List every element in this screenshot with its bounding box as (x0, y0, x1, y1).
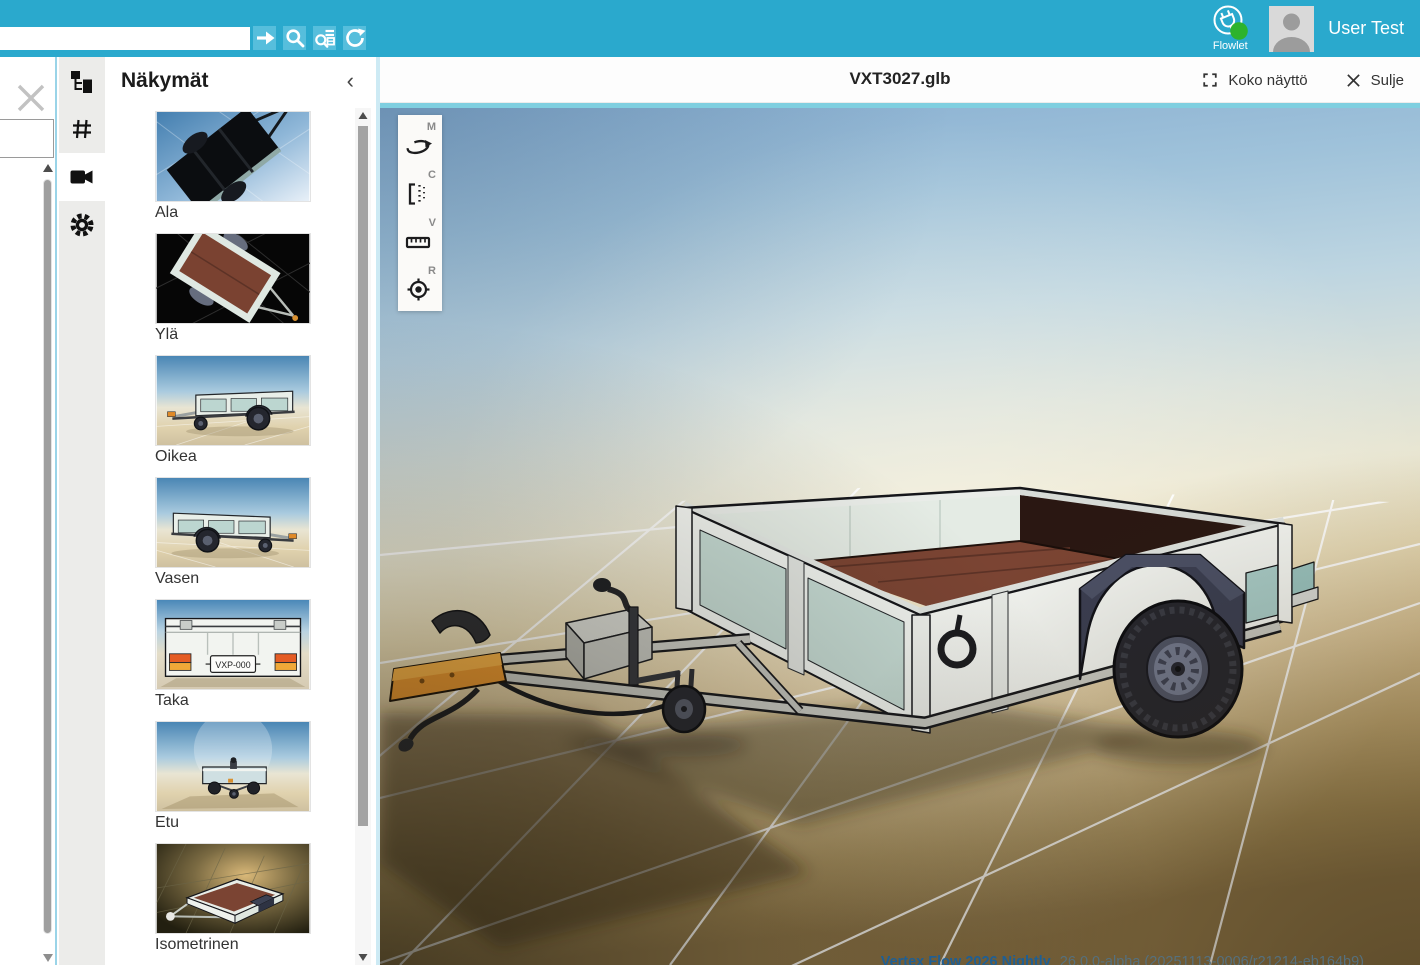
ruler-icon (405, 229, 431, 255)
tool-shortcut: R (428, 265, 436, 277)
view-thumbnail-oikea (155, 355, 311, 446)
version-info: Vertex Flow 2026 Nightly 26.0.0-alpha (2… (881, 954, 1364, 965)
viewer-header: VXT3027.glb Koko näyttö Sulje (380, 57, 1420, 103)
rail-item-grid[interactable] (59, 105, 105, 153)
tool-shortcut: C (428, 169, 436, 181)
scrollbar-thumb[interactable] (358, 126, 368, 826)
rail-item-structure[interactable] (59, 57, 105, 105)
close-label: Sulje (1371, 72, 1404, 89)
view-thumbnail-ala (155, 111, 311, 202)
view-thumbnail-isometrinen (155, 843, 311, 934)
orbit-tool-button[interactable]: M (398, 117, 442, 165)
trailer-3d-scene (380, 103, 1420, 965)
flowlet-status-dot (1230, 22, 1248, 40)
canvas-topline (380, 103, 1420, 108)
user-name: User Test (1328, 18, 1408, 39)
topbar: Flowlet User Test (0, 0, 1420, 57)
left-mini-panel (0, 57, 57, 965)
scrollbar-thumb[interactable] (43, 179, 52, 934)
refresh-icon (344, 27, 366, 49)
fullscreen-label: Koko näyttö (1228, 72, 1307, 89)
collapse-panel-button[interactable]: ‹ (347, 69, 354, 93)
gear-icon (70, 213, 94, 237)
search-go-button[interactable] (253, 26, 276, 50)
camera-icon (70, 168, 94, 186)
view-item-yla[interactable]: Ylä (155, 233, 313, 344)
reset-view-tool-button[interactable]: R (398, 261, 442, 309)
viewer-actions: Koko näyttö Sulje (1202, 57, 1404, 103)
close-icon (1346, 73, 1361, 88)
panel-close-button[interactable] (14, 81, 48, 115)
version-product: Vertex Flow 2026 Nightly (881, 954, 1051, 965)
tree-icon (71, 70, 94, 93)
topbar-actions (253, 26, 366, 50)
view-thumbnail-etu (155, 721, 311, 812)
scroll-up-icon[interactable] (42, 163, 54, 173)
arrow-right-icon (254, 27, 276, 49)
views-scrollbar[interactable] (355, 108, 371, 965)
search-input[interactable] (0, 27, 250, 50)
fullscreen-icon (1202, 72, 1218, 88)
search-button[interactable] (283, 26, 306, 50)
view-label: Ylä (155, 326, 313, 344)
close-icon (14, 81, 48, 115)
scroll-up-icon[interactable] (358, 111, 368, 120)
grid-hash-icon (71, 118, 93, 140)
search-list-icon (314, 27, 336, 49)
flowlet-button[interactable]: Flowlet (1205, 3, 1255, 55)
flowlet-plug-icon (1209, 3, 1251, 43)
flowlet-label: Flowlet (1213, 40, 1248, 52)
fullscreen-button[interactable]: Koko näyttö (1202, 72, 1307, 89)
view-label: Oikea (155, 448, 313, 466)
measure-tool-button[interactable]: V (398, 213, 442, 261)
clip-plane-icon (405, 181, 431, 207)
view-label: Vasen (155, 570, 313, 588)
scroll-down-icon[interactable] (358, 953, 368, 962)
tool-shortcut: V (429, 217, 436, 229)
view-label: Isometrinen (155, 936, 313, 954)
view-label: Ala (155, 204, 313, 222)
rail-item-settings[interactable] (59, 201, 105, 249)
tool-rail (59, 57, 105, 965)
orbit-icon (405, 133, 433, 159)
views-panel: Näkymät ‹ (105, 57, 376, 965)
view-item-vasen[interactable]: Vasen (155, 477, 313, 588)
topbar-right: Flowlet User Test (1205, 0, 1408, 57)
view-item-oikea[interactable]: Oikea (155, 355, 313, 466)
panel-separator (376, 57, 380, 965)
version-build: 26.0.0-alpha (20251113-0006/r21214-eb164… (1060, 954, 1364, 965)
views-panel-title: Näkymät (121, 69, 209, 93)
tool-shortcut: M (427, 121, 436, 133)
target-icon (405, 276, 432, 303)
view-label: Etu (155, 814, 313, 832)
view-thumbnail-vasen (155, 477, 311, 568)
view-item-ala[interactable]: Ala (155, 111, 313, 222)
person-icon (1269, 6, 1314, 52)
views-panel-header: Näkymät ‹ (105, 57, 376, 107)
view-item-taka[interactable]: VXP-000 Taka (155, 599, 313, 710)
view-label: Taka (155, 692, 313, 710)
license-plate-text: VXP-000 (215, 660, 250, 670)
close-viewer-button[interactable]: Sulje (1346, 72, 1404, 89)
advanced-search-button[interactable] (313, 26, 336, 50)
app-window: Flowlet User Test (0, 0, 1420, 965)
viewport-canvas[interactable]: M C V (380, 103, 1420, 965)
user-avatar[interactable] (1269, 6, 1314, 52)
model-viewer: VXT3027.glb Koko näyttö Sulje (380, 57, 1420, 965)
mini-panel-scrollbar[interactable] (40, 161, 56, 965)
magnifier-icon (284, 27, 306, 49)
views-list: Ala (155, 111, 313, 965)
refresh-button[interactable] (343, 26, 366, 50)
view-thumbnail-taka: VXP-000 (155, 599, 311, 690)
view-item-etu[interactable]: Etu (155, 721, 313, 832)
rail-item-views[interactable] (59, 153, 105, 201)
clip-tool-button[interactable]: C (398, 165, 442, 213)
scroll-down-icon[interactable] (42, 953, 54, 963)
view-thumbnail-yla (155, 233, 311, 324)
view-item-isometrinen[interactable]: Isometrinen (155, 843, 313, 954)
filter-input[interactable] (0, 119, 54, 158)
viewport-toolbar: M C V (398, 115, 442, 311)
